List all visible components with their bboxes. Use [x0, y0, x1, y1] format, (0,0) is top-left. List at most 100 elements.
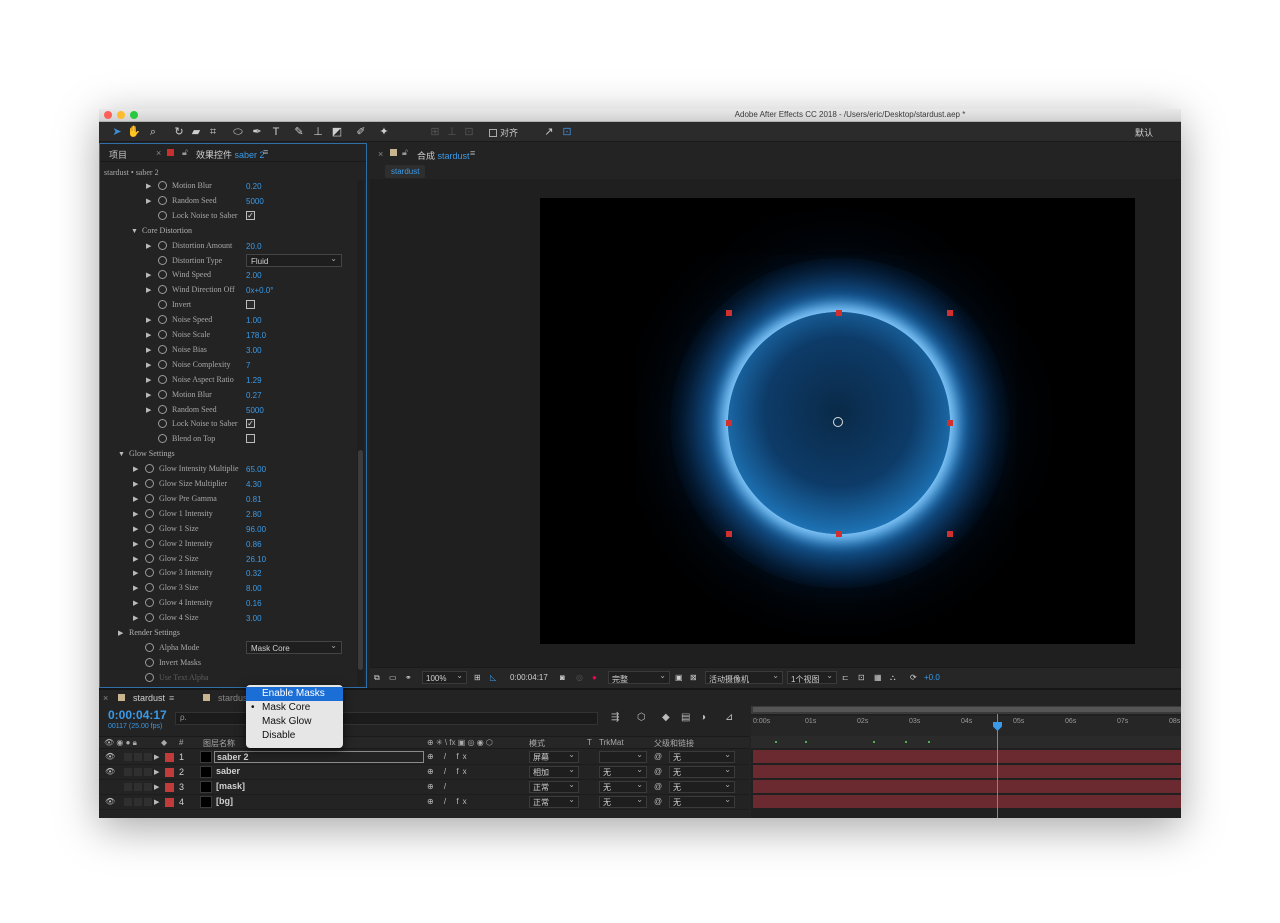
property-value[interactable]: 178.0 [246, 331, 266, 340]
stopwatch-icon[interactable] [145, 464, 154, 474]
stopwatch-icon[interactable] [145, 642, 154, 652]
stopwatch-icon[interactable] [158, 315, 167, 325]
stopwatch-icon[interactable] [158, 210, 167, 220]
trkmat-dropdown[interactable]: 无 [599, 765, 647, 778]
stopwatch-icon[interactable] [145, 598, 154, 608]
camera-dropdown[interactable]: 活动摄像机 [705, 671, 783, 684]
trkmat-column[interactable]: TrkMat [599, 738, 624, 747]
zoom-tool-icon[interactable]: ⌕ [145, 124, 161, 140]
collapsed-arrow-icon[interactable]: ▶ [118, 629, 123, 637]
label-color-swatch[interactable] [165, 798, 174, 807]
stopwatch-icon[interactable] [158, 255, 167, 265]
property-value[interactable]: 20.0 [246, 242, 262, 251]
shy-layers-icon[interactable]: ◆ [662, 712, 670, 723]
collapsed-arrow-icon[interactable]: ▶ [154, 768, 159, 776]
property-value[interactable]: 96.00 [246, 525, 266, 534]
collapsed-arrow-icon[interactable]: ▶ [146, 391, 151, 399]
tab-composition[interactable]: 合成 stardust [417, 149, 470, 162]
property-value[interactable]: 3.00 [246, 614, 262, 623]
expanded-arrow-icon[interactable]: ▼ [131, 227, 138, 235]
graph-editor-icon[interactable]: ⊿ [725, 712, 733, 723]
collapsed-arrow-icon[interactable]: ▶ [133, 599, 138, 607]
fit-grid-icon[interactable]: ⊞ [474, 673, 481, 682]
blend-mode-dropdown[interactable]: 正常 [529, 780, 579, 793]
work-area-range[interactable] [753, 707, 1181, 712]
layer-switches-icons[interactable]: ⊕ / fx [427, 752, 471, 761]
bounding-handle[interactable] [726, 531, 732, 537]
always-preview-icon[interactable]: ⧉ [374, 673, 380, 683]
collapsed-arrow-icon[interactable]: ▶ [146, 361, 151, 369]
stopwatch-icon[interactable] [145, 568, 154, 578]
show-snapshot-icon[interactable]: ◎ [576, 673, 583, 682]
keyframe-marker[interactable] [873, 741, 875, 743]
layer-name[interactable]: [mask] [214, 781, 424, 793]
mask-visibility-icon[interactable]: ◺ [490, 673, 496, 682]
world-axis-icon[interactable]: ⊥ [444, 124, 460, 140]
frame-blending-icon[interactable]: ▤ [681, 712, 690, 723]
clone-stamp-tool-icon[interactable]: ⊥ [310, 124, 326, 140]
stopwatch-icon[interactable] [158, 285, 167, 295]
switch-box[interactable] [124, 753, 132, 761]
collapsed-arrow-icon[interactable]: ▶ [146, 271, 151, 279]
layer-search-input[interactable]: ρ. [175, 712, 598, 725]
collapsed-arrow-icon[interactable]: ▶ [133, 525, 138, 533]
pick-whip-icon[interactable]: @ [654, 797, 662, 806]
stopwatch-icon[interactable] [158, 330, 167, 339]
view-axis-icon[interactable]: ⊡ [461, 124, 477, 140]
property-checkbox[interactable]: ✓ [246, 419, 255, 429]
hand-tool-icon[interactable]: ✋ [126, 124, 142, 140]
workspace-selector[interactable]: 默认 [1135, 126, 1153, 139]
view-layout-dropdown[interactable]: 1个视图 [787, 671, 837, 684]
fast-previews-icon[interactable]: ⊡ [858, 673, 865, 682]
time-ruler[interactable]: 0:00s 01s 02s 03s 04s 05s 06s 07s 08s [751, 716, 1181, 736]
stopwatch-icon[interactable] [145, 523, 154, 533]
property-value[interactable]: 0.86 [246, 540, 262, 549]
property-group-name[interactable]: Render Settings [129, 628, 180, 637]
stopwatch-icon[interactable] [145, 538, 154, 548]
stopwatch-icon[interactable] [145, 672, 154, 682]
stopwatch-icon[interactable] [145, 493, 154, 503]
trkmat-dropdown[interactable] [599, 750, 647, 763]
property-value[interactable]: 0.32 [246, 569, 262, 578]
timeline-tab-stardust[interactable]: stardust [133, 693, 165, 703]
reset-exposure-icon[interactable]: ⟳ [910, 673, 917, 682]
snapshot-icon[interactable]: ◙ [560, 673, 565, 682]
comp-mini-flowchart-icon[interactable]: ⇶ [611, 712, 619, 723]
rotate-tool-icon[interactable]: ↻ [171, 124, 187, 140]
stopwatch-icon[interactable] [158, 240, 167, 250]
parent-dropdown[interactable]: 无 [669, 750, 735, 763]
property-value[interactable]: 0.16 [246, 599, 262, 608]
visibility-eye-icon[interactable]: 👁︎ [105, 797, 115, 806]
property-checkbox[interactable] [246, 300, 255, 310]
stopwatch-icon[interactable] [145, 657, 154, 667]
layer-duration-bar[interactable] [753, 795, 1181, 808]
blend-mode-dropdown[interactable]: 屏幕 [529, 750, 579, 763]
local-axis-icon[interactable]: ⊞ [427, 124, 443, 140]
collapsed-arrow-icon[interactable]: ▶ [146, 286, 151, 294]
pick-whip-icon[interactable]: @ [654, 782, 662, 791]
camera-tool-icon[interactable]: ▰ [188, 124, 204, 140]
stopwatch-icon[interactable] [158, 359, 167, 369]
stopwatch-icon[interactable] [145, 553, 154, 563]
lock-icon[interactable]: 🔓︎ [402, 147, 408, 158]
collapsed-arrow-icon[interactable]: ▶ [133, 584, 138, 592]
work-area-bar[interactable] [751, 706, 1181, 714]
scrollbar-thumb[interactable] [358, 450, 363, 670]
collapsed-arrow-icon[interactable]: ▶ [133, 555, 138, 563]
bounding-handle[interactable] [947, 310, 953, 316]
resolution-dropdown[interactable]: 完整 [608, 671, 670, 684]
flowchart-icon[interactable]: ⛬ [890, 673, 896, 683]
property-value[interactable]: 0x+0.0° [246, 286, 273, 295]
switches-column-icons[interactable]: ⊕ ✳ \ fx ▣ ◎ ◉ ⬡ [427, 738, 493, 747]
zoom-dropdown[interactable]: 100% [422, 671, 467, 684]
column-switch-icons[interactable]: 👁︎ ◉ ● 🔒︎ [104, 738, 137, 748]
property-value[interactable]: 0.20 [246, 182, 262, 191]
switch-box[interactable] [144, 768, 152, 776]
stopwatch-icon[interactable] [145, 613, 154, 623]
snapping-checkbox[interactable] [489, 129, 497, 137]
ellipse-tool-icon[interactable]: ⬭ [230, 124, 246, 140]
stopwatch-icon[interactable] [158, 374, 167, 384]
tab-project[interactable]: 项目 [109, 148, 127, 161]
scrollbar[interactable] [357, 180, 364, 686]
collapsed-arrow-icon[interactable]: ▶ [146, 197, 151, 205]
